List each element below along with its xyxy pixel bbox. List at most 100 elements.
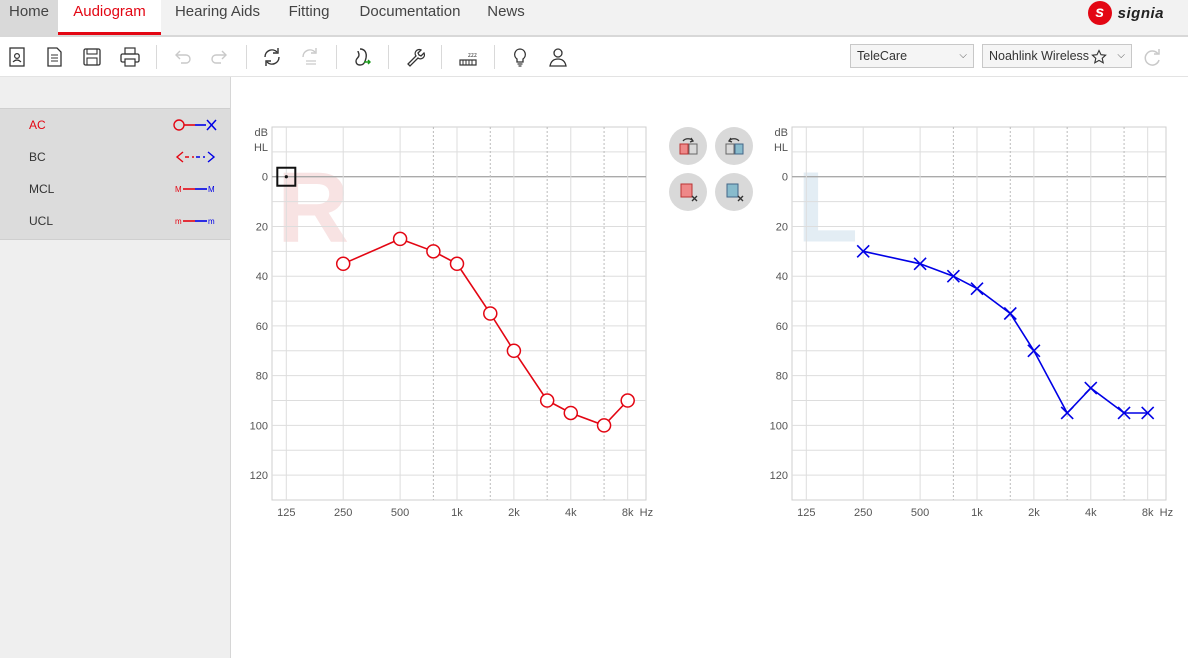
bc-symbol-icon <box>175 151 216 163</box>
x-tick-label: 125 <box>277 507 295 519</box>
transfer-disabled-icon[interactable] <box>298 46 322 68</box>
legend-label: BC <box>29 150 46 164</box>
client-icon[interactable] <box>5 46 29 68</box>
wrench-icon[interactable] <box>403 46 427 68</box>
data-point-circle <box>449 256 465 272</box>
program-select-value: TeleCare <box>857 49 908 63</box>
tab-hearing-aids[interactable]: Hearing Aids <box>164 0 271 35</box>
program-select[interactable]: TeleCare ⌵ <box>850 44 974 68</box>
data-point-circle <box>620 393 635 408</box>
audiogram-left-ear[interactable]: L020406080100120dBHL125 250 500 1k 2k 4k 8k Hz <box>760 120 1180 530</box>
toolbar-separator <box>246 45 247 69</box>
svg-text:m: m <box>208 217 215 226</box>
hearing-aid-connect-icon[interactable] <box>350 46 374 68</box>
delete-left-icon <box>726 183 744 202</box>
y-tick-label: 40 <box>776 271 788 283</box>
series-line <box>342 238 629 427</box>
tab-documentation[interactable]: Documentation <box>350 0 470 35</box>
x-tick-label: 250 <box>334 507 352 519</box>
copy-right-to-left-button[interactable] <box>669 127 707 165</box>
print-icon[interactable] <box>118 46 142 68</box>
data-point-circle <box>483 306 498 321</box>
toolbar-separator <box>388 45 389 69</box>
device-select[interactable]: Noahlink Wireless ⌵ <box>982 44 1132 68</box>
legend-label: UCL <box>29 214 54 228</box>
y-tick-label: 80 <box>256 371 268 383</box>
y-tick-label: 0 <box>262 172 268 184</box>
toolbar-separator <box>441 45 442 69</box>
legend-item-mcl[interactable]: MCL M M <box>0 173 230 205</box>
legend-label: AC <box>29 118 46 132</box>
y-axis-label: dB <box>255 127 268 139</box>
sleep-mode-icon[interactable]: zzz <box>456 46 480 68</box>
y-axis-label: HL <box>774 142 788 154</box>
frequency-cursor-dot <box>284 175 288 179</box>
data-point-x <box>1003 306 1017 321</box>
y-tick-label: 80 <box>776 371 788 383</box>
tab-fitting[interactable]: Fitting <box>276 0 342 35</box>
brand: s signia <box>1087 0 1164 26</box>
y-tick-label: 60 <box>776 321 788 333</box>
mcl-symbol-icon: M M <box>175 185 215 194</box>
save-icon[interactable] <box>80 46 104 68</box>
delete-right-button[interactable] <box>669 173 707 211</box>
legend-item-ac[interactable]: AC <box>0 109 230 141</box>
y-tick-label: 120 <box>250 470 268 482</box>
x-axis-unit: Hz <box>1160 507 1173 519</box>
x-tick-label: 1k <box>971 507 983 519</box>
transfer-icon[interactable] <box>260 46 284 68</box>
undo-icon[interactable] <box>170 46 194 68</box>
document-icon[interactable] <box>42 46 66 68</box>
copy-left-to-right-icon <box>725 137 744 155</box>
redo-icon[interactable] <box>208 46 232 68</box>
x-tick-label: 500 <box>911 507 929 519</box>
chevron-down-icon: ⌵ <box>1117 50 1125 61</box>
toolbar-separator <box>156 45 157 69</box>
left-panel: AC BC MCL M M UCL m m <box>0 77 231 658</box>
star-icon[interactable] <box>1091 49 1107 65</box>
ac-symbol-icon <box>173 119 217 131</box>
top-navigation: Home Audiogram Hearing Aids Fitting Docu… <box>0 0 1188 37</box>
toolbar-separator <box>494 45 495 69</box>
data-point-circle <box>426 244 441 259</box>
y-tick-label: 100 <box>250 420 268 432</box>
svg-text:M: M <box>175 185 182 194</box>
x-axis-unit: Hz <box>640 507 653 519</box>
y-tick-label: 60 <box>256 321 268 333</box>
person-icon[interactable] <box>546 46 570 68</box>
tab-news[interactable]: News <box>480 0 532 35</box>
x-tick-label: 8k <box>1142 507 1154 519</box>
y-tick-label: 100 <box>770 420 788 432</box>
chevron-down-icon: ⌵ <box>959 50 967 61</box>
signia-logo-icon: s <box>1087 1 1112 25</box>
legend-item-ucl[interactable]: UCL m m <box>0 205 230 237</box>
copy-left-to-right-button[interactable] <box>715 127 753 165</box>
series-line <box>863 250 1148 415</box>
refresh-icon[interactable] <box>1140 46 1164 68</box>
tab-home[interactable]: Home <box>0 0 58 35</box>
data-point-circle <box>506 343 522 359</box>
tab-audiogram[interactable]: Audiogram <box>58 0 161 35</box>
y-tick-label: 20 <box>256 221 268 233</box>
device-select-value: Noahlink Wireless <box>989 49 1090 63</box>
x-tick-label: 8k <box>622 507 634 519</box>
delete-left-button[interactable] <box>715 173 753 211</box>
data-point-circle <box>563 405 579 421</box>
data-point-circle <box>392 231 408 247</box>
y-axis-label: dB <box>775 127 788 139</box>
x-tick-label: 250 <box>854 507 872 519</box>
data-point-circle <box>539 393 555 408</box>
toolbar: zzz TeleCare ⌵ Noahlink Wireless ⌵ <box>0 37 1188 77</box>
x-tick-label: 125 <box>797 507 815 519</box>
delete-right-icon <box>680 183 698 202</box>
y-axis-label: HL <box>254 142 268 154</box>
y-tick-label: 40 <box>256 271 268 283</box>
x-tick-label: 2k <box>508 507 520 519</box>
svg-text:m: m <box>175 217 182 226</box>
lightbulb-icon[interactable] <box>508 46 532 68</box>
audiogram-right-ear[interactable]: R020406080100120dBHL125 250 500 1k 2k 4k 8k Hz <box>240 120 660 530</box>
y-tick-label: 0 <box>782 172 788 184</box>
y-tick-label: 120 <box>770 470 788 482</box>
legend-item-bc[interactable]: BC <box>0 141 230 173</box>
measurement-legend: AC BC MCL M M UCL m m <box>0 108 230 240</box>
